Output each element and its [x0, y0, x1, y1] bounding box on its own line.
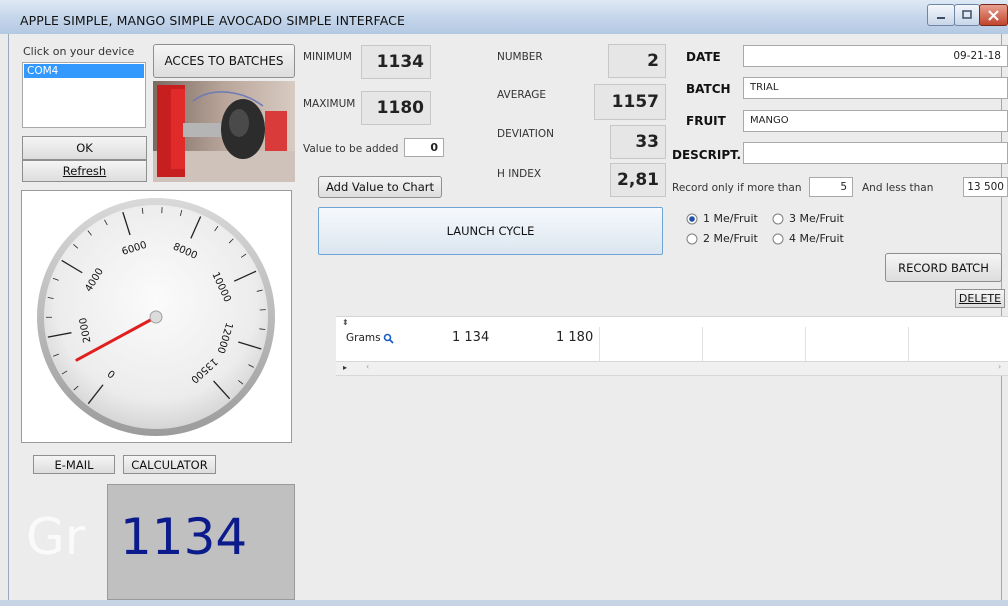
display-unit: Gr [26, 508, 86, 566]
radio-1-label: 1 Me/Fruit [703, 212, 758, 225]
descript-field[interactable] [743, 142, 1008, 164]
radio-2-label: 2 Me/Fruit [703, 232, 758, 245]
device-prompt: Click on your device [23, 45, 135, 58]
close-button[interactable] [979, 4, 1008, 26]
add-value-button[interactable]: Add Value to Chart [318, 176, 442, 198]
average-value: 1157 [594, 84, 666, 120]
radio-unchecked-icon [686, 233, 698, 244]
ok-button[interactable]: OK [22, 136, 147, 160]
hindex-value: 2,81 [610, 163, 666, 197]
fruit-label: FRUIT [686, 114, 726, 128]
deviation-value: 33 [610, 125, 666, 159]
launch-cycle-button[interactable]: LAUNCH CYCLE [318, 207, 663, 255]
grid-row-header: Grams [346, 332, 394, 344]
device-item-com4[interactable]: COM4 [24, 64, 144, 78]
descript-label: DESCRIPT. [672, 148, 742, 162]
scroll-right-indicator-icon: ▸ [343, 363, 348, 372]
device-list[interactable]: COM4 [22, 62, 146, 128]
grid-corner-marker: ⬍ [342, 318, 349, 327]
less-than-input[interactable]: 13 500 [963, 177, 1008, 197]
number-label: NUMBER [497, 51, 543, 63]
delete-label: DELETE [958, 292, 1002, 305]
grid-cell-2[interactable]: 1 180 [556, 330, 593, 345]
close-icon [980, 5, 1007, 25]
radio-2-per-fruit[interactable]: 2 Me/Fruit [686, 232, 758, 245]
radio-4-per-fruit[interactable]: 4 Me/Fruit [772, 232, 844, 245]
maximum-label: MAXIMUM [303, 98, 356, 110]
device-photo [153, 81, 295, 182]
record-filter-label: Record only if more than [672, 182, 802, 194]
batch-field[interactable]: TRIAL [743, 77, 1008, 99]
grid-separator [908, 327, 909, 363]
grid-cell-1[interactable]: 1 134 [452, 330, 489, 345]
window-frame-bottom [0, 600, 1008, 606]
radio-1-per-fruit[interactable]: 1 Me/Fruit [686, 212, 758, 225]
grid-horizontal-scrollbar[interactable]: ▸ ‹ › [336, 361, 1008, 376]
minimum-label: MINIMUM [303, 51, 352, 63]
minimum-value: 1134 [361, 45, 431, 79]
gauge-hub [149, 310, 163, 324]
date-label: DATE [686, 50, 721, 64]
delete-button[interactable]: DELETE [955, 289, 1005, 308]
weight-gauge: 0200040006000 8000100001200013500 [37, 198, 275, 436]
refresh-label: Refresh [62, 164, 107, 178]
date-field[interactable]: 09-21-18 [743, 45, 1008, 67]
radio-3-per-fruit[interactable]: 3 Me/Fruit [772, 212, 844, 225]
display-value: 1134 [120, 508, 248, 566]
calculator-button[interactable]: CALCULATOR [123, 455, 216, 474]
grams-label: Grams [346, 332, 381, 344]
maximum-value: 1180 [361, 91, 431, 125]
deviation-label: DEVIATION [497, 128, 554, 140]
value-to-add-input[interactable]: 0 [404, 138, 444, 157]
minimize-button[interactable] [927, 4, 955, 26]
radio-unchecked-icon [772, 233, 784, 244]
email-button[interactable]: E-MAIL [33, 455, 115, 474]
average-label: AVERAGE [497, 89, 546, 101]
maximize-icon [955, 5, 979, 25]
more-than-input[interactable]: 5 [809, 177, 853, 197]
minimize-icon [928, 5, 954, 25]
radio-3-label: 3 Me/Fruit [789, 212, 844, 225]
scroll-left-arrow-icon[interactable]: ‹ [366, 362, 369, 371]
number-value: 2 [608, 44, 666, 78]
refresh-button[interactable]: Refresh [22, 160, 147, 182]
less-than-label: And less than [862, 182, 934, 194]
gauge-panel: 0 2000 4000 6000 8000 10000 12000 13500 [21, 190, 292, 443]
scroll-right-arrow-icon[interactable]: › [998, 362, 1001, 371]
fruit-field[interactable]: MANGO [743, 110, 1008, 132]
grid-separator [805, 327, 806, 363]
radio-4-label: 4 Me/Fruit [789, 232, 844, 245]
radio-unchecked-icon [772, 213, 784, 224]
batch-label: BATCH [686, 82, 731, 96]
access-batches-button[interactable]: ACCES TO BATCHES [153, 44, 295, 78]
window-title: APPLE SIMPLE, MANGO SIMPLE AVOCADO SIMPL… [20, 13, 405, 28]
radio-checked-icon [686, 213, 698, 224]
hindex-label: H INDEX [497, 168, 542, 180]
grid-separator [702, 327, 703, 363]
search-icon[interactable] [383, 333, 394, 344]
grid-separator [599, 327, 600, 363]
maximize-button[interactable] [954, 4, 980, 26]
value-to-add-label: Value to be added [303, 143, 399, 155]
record-batch-button[interactable]: RECORD BATCH [885, 253, 1002, 282]
